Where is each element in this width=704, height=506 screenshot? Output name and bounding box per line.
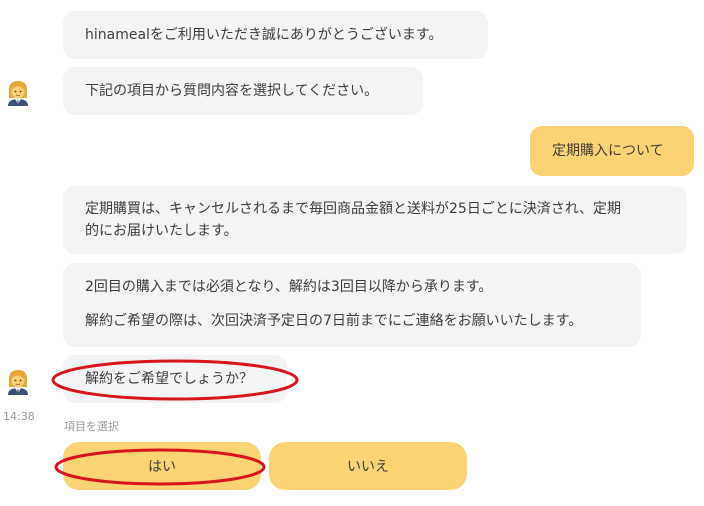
chat-window: hinamealをご利用いただき誠にありがとうございます。 下記の項目から質問内… <box>0 0 704 506</box>
choice-yes-button[interactable]: はい <box>63 442 261 490</box>
bot-avatar-icon <box>8 370 28 395</box>
user-message: 定期購入について <box>530 126 694 176</box>
select-hint-label: 項目を選択 <box>64 420 119 433</box>
message-text: hinamealをご利用いただき誠にありがとうございます。 <box>85 27 443 43</box>
bot-message: hinamealをご利用いただき誠にありがとうございます。 <box>63 11 488 59</box>
bot-message: 2回目の購入までは必須となり、解約は3回目以降から承ります。 解約ご希望の際は、… <box>63 263 641 347</box>
message-text: 的にお届けいたします。 <box>85 223 238 239</box>
choice-no-button[interactable]: いいえ <box>269 442 467 490</box>
message-text: 2回目の購入までは必須となり、解約は3回目以降から承ります。 <box>85 279 493 295</box>
message-text: 解約ご希望の際は、次回決済予定日の7日前までにご連絡をお願いいたします。 <box>85 313 583 329</box>
bot-message: 解約をご希望でしょうか？ <box>63 355 287 403</box>
choice-label: はい <box>148 459 176 475</box>
message-text: 解約をご希望でしょうか？ <box>85 371 253 387</box>
bot-message: 定期購買は、キャンセルされるまで毎回商品金額と送料が25日ごとに決済され、定期 … <box>63 186 687 254</box>
message-timestamp: 14:38 <box>3 410 35 423</box>
message-text: 定期購入について <box>552 143 664 159</box>
bot-avatar-icon <box>8 81 28 106</box>
message-text: 下記の項目から質問内容を選択してください。 <box>85 83 379 99</box>
choice-label: いいえ <box>347 459 389 475</box>
message-text: 定期購買は、キャンセルされるまで毎回商品金額と送料が25日ごとに決済され、定期 <box>85 201 621 217</box>
bot-message: 下記の項目から質問内容を選択してください。 <box>63 67 423 115</box>
